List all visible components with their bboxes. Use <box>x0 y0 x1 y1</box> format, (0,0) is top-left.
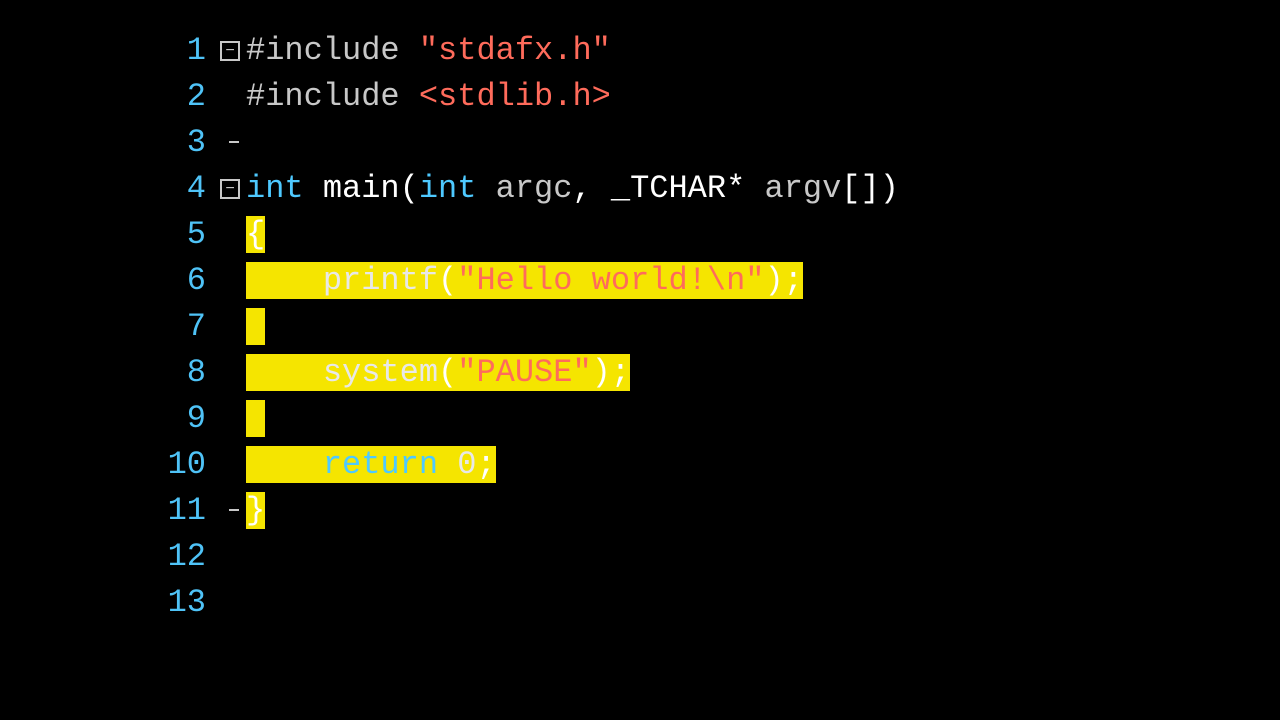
line-number: 10 <box>0 442 214 488</box>
line-number: 7 <box>0 304 214 350</box>
literal: 0 <box>457 446 476 483</box>
code-content[interactable]: { <box>246 212 1280 258</box>
selection <box>246 400 265 437</box>
selection: { <box>246 216 265 253</box>
code-editor[interactable]: 1 − #include "stdafx.h" 2 #include <stdl… <box>0 0 1280 626</box>
code-content[interactable]: int main(int argc, _TCHAR* argv[]) <box>246 166 1280 212</box>
selection: system("PAUSE"); <box>246 354 630 391</box>
directive: #include <box>246 78 400 115</box>
keyword: return <box>323 446 438 483</box>
code-line[interactable]: 2 #include <stdlib.h> <box>0 74 1280 120</box>
code-line[interactable]: 4 − int main(int argc, _TCHAR* argv[]) <box>0 166 1280 212</box>
string-literal: <stdlib.h> <box>419 78 611 115</box>
code-content[interactable]: system("PAUSE"); <box>246 350 1280 396</box>
line-number: 12 <box>0 534 214 580</box>
keyword: int <box>419 170 477 207</box>
identifier: argv <box>764 170 841 207</box>
line-number: 6 <box>0 258 214 304</box>
code-line[interactable]: 11 } <box>0 488 1280 534</box>
code-content[interactable]: #include "stdafx.h" <box>246 28 1280 74</box>
identifier: _TCHAR <box>611 170 726 207</box>
line-number: 9 <box>0 396 214 442</box>
code-line[interactable]: 10 return 0; <box>0 442 1280 488</box>
keyword: int <box>246 170 304 207</box>
code-line[interactable]: 13 <box>0 580 1280 626</box>
selection <box>246 308 265 345</box>
line-number: 8 <box>0 350 214 396</box>
identifier: argc <box>496 170 573 207</box>
string-literal: "stdafx.h" <box>419 32 611 69</box>
line-number: 11 <box>0 488 214 534</box>
code-line[interactable]: 5 { <box>0 212 1280 258</box>
line-number: 2 <box>0 74 214 120</box>
code-content[interactable] <box>246 304 1280 350</box>
identifier: printf <box>323 262 438 299</box>
selection: return 0; <box>246 446 496 483</box>
fold-minus-icon[interactable]: − <box>220 179 240 199</box>
code-content[interactable]: return 0; <box>246 442 1280 488</box>
code-line[interactable]: 1 − #include "stdafx.h" <box>0 28 1280 74</box>
fold-minus-icon[interactable]: − <box>220 41 240 61</box>
code-line[interactable]: 12 <box>0 534 1280 580</box>
code-line[interactable]: 7 <box>0 304 1280 350</box>
string-literal: "PAUSE" <box>457 354 591 391</box>
line-number: 5 <box>0 212 214 258</box>
directive: #include <box>246 32 400 69</box>
selection: } <box>246 492 265 529</box>
line-number: 1 <box>0 28 214 74</box>
identifier: main <box>323 170 400 207</box>
line-number: 4 <box>0 166 214 212</box>
identifier: system <box>323 354 438 391</box>
code-line[interactable]: 6 printf("Hello world!\n"); <box>0 258 1280 304</box>
code-content[interactable]: printf("Hello world!\n"); <box>246 258 1280 304</box>
code-content[interactable]: #include <stdlib.h> <box>246 74 1280 120</box>
string-literal: "Hello world!\n" <box>457 262 764 299</box>
line-number: 3 <box>0 120 214 166</box>
code-line[interactable]: 9 <box>0 396 1280 442</box>
selection: printf("Hello world!\n"); <box>246 262 803 299</box>
line-number: 13 <box>0 580 214 626</box>
code-line[interactable]: 8 system("PAUSE"); <box>0 350 1280 396</box>
code-content[interactable] <box>246 396 1280 442</box>
code-line[interactable]: 3 <box>0 120 1280 166</box>
code-content[interactable]: } <box>246 488 1280 534</box>
